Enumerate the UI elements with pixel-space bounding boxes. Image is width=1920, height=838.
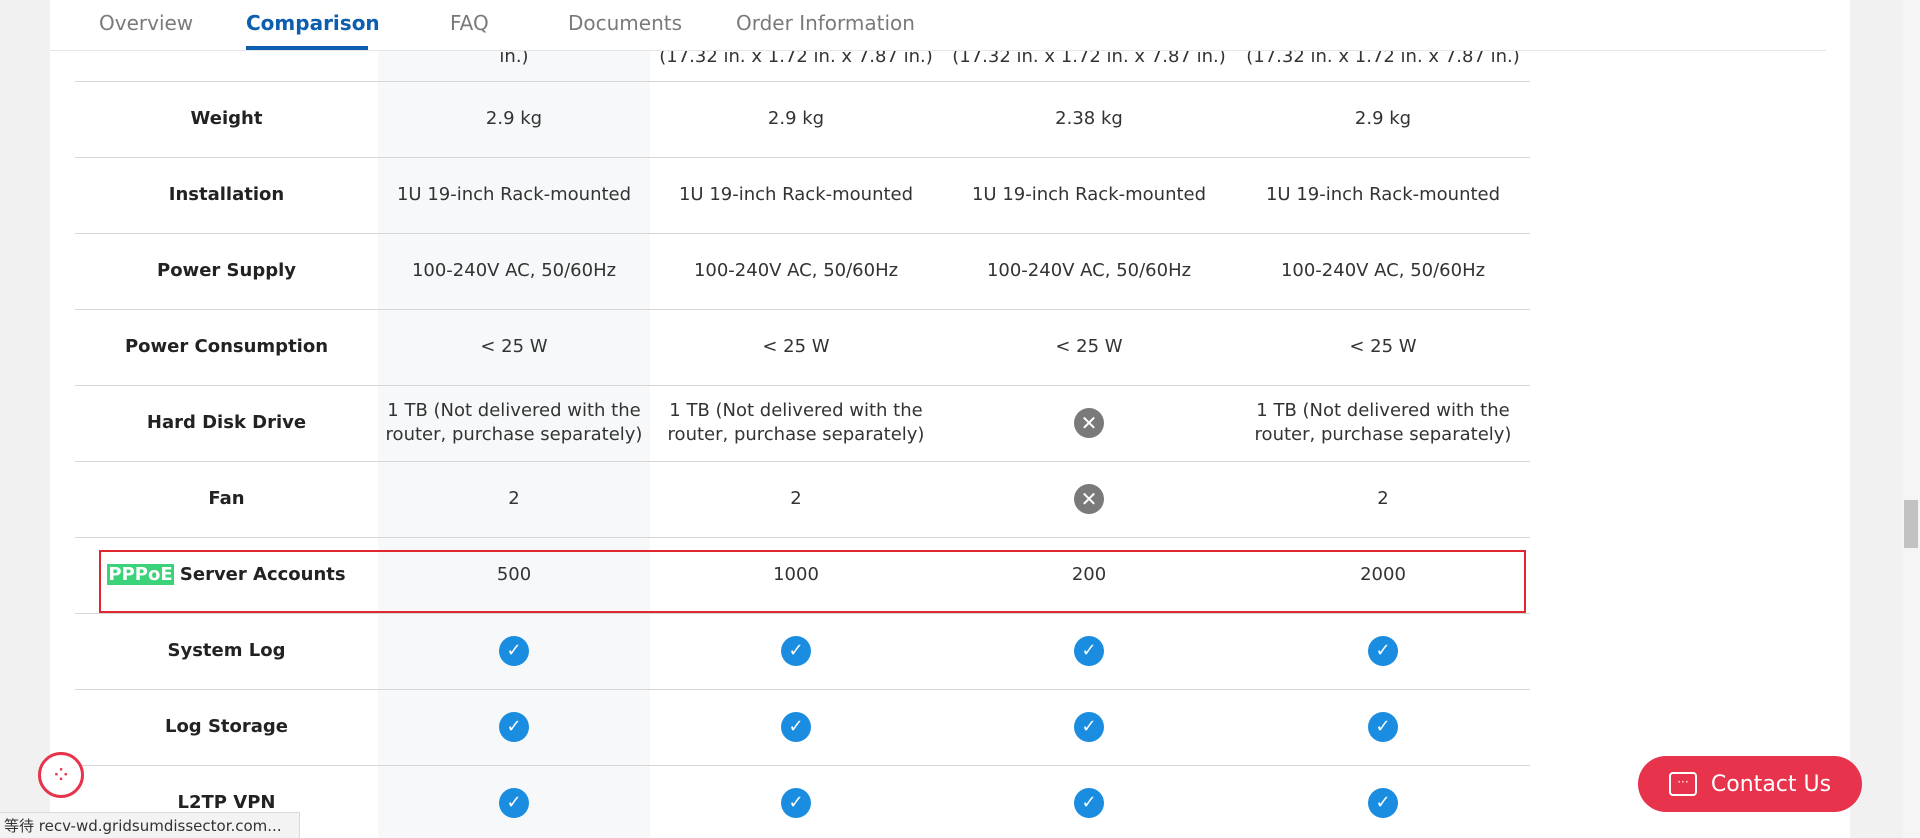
- table-cell: ✓: [1236, 689, 1530, 766]
- table-row-power-supply: Power Supply 100-240V AC, 50/60Hz 100-24…: [75, 233, 1530, 310]
- table-cell: ✓: [378, 689, 650, 766]
- check-circle-icon: ✓: [1074, 636, 1104, 666]
- row-label: Hard Disk Drive: [75, 385, 378, 462]
- table-cell: 100-240V AC, 50/60Hz: [650, 233, 942, 310]
- table-cell: < 25 W: [650, 309, 942, 386]
- table-cell: 1U 19-inch Rack-mounted: [378, 157, 650, 234]
- row-label: Power Consumption: [75, 309, 378, 386]
- table-cell: ✕: [942, 461, 1236, 538]
- page-content: Overview Comparison FAQ Documents Order …: [50, 0, 1850, 838]
- table-cell: 1U 19-inch Rack-mounted: [1236, 157, 1530, 234]
- check-circle-icon: ✓: [1074, 788, 1104, 818]
- tab-bar: Overview Comparison FAQ Documents Order …: [50, 0, 1826, 51]
- table-cell: ✓: [942, 613, 1236, 690]
- contact-us-button[interactable]: ··· Contact Us: [1638, 756, 1862, 812]
- active-tab-indicator: [246, 46, 368, 50]
- table-cell: 100-240V AC, 50/60Hz: [1236, 233, 1530, 310]
- row-label: Weight: [75, 81, 378, 158]
- row-label: Power Supply: [75, 233, 378, 310]
- x-circle-icon: ✕: [1074, 484, 1104, 514]
- table-cell: 2.38 kg: [942, 81, 1236, 158]
- tab-documents[interactable]: Documents: [568, 11, 682, 35]
- table-row-fan: Fan 2 2 ✕ 2: [75, 461, 1530, 538]
- table-cell: ✓: [378, 613, 650, 690]
- table-cell: 1 TB (Not delivered with the router, pur…: [378, 385, 650, 462]
- table-cell: < 25 W: [378, 309, 650, 386]
- table-cell: 100-240V AC, 50/60Hz: [378, 233, 650, 310]
- row-highlight-box: [99, 550, 1526, 613]
- tab-comparison[interactable]: Comparison: [246, 11, 380, 35]
- row-label: Log Storage: [75, 689, 378, 766]
- check-circle-icon: ✓: [499, 788, 529, 818]
- check-circle-icon: ✓: [1074, 712, 1104, 742]
- check-circle-icon: ✓: [1368, 712, 1398, 742]
- table-cell: ✓: [1236, 765, 1530, 838]
- table-cell: < 25 W: [942, 309, 1236, 386]
- table-cell: 1 TB (Not delivered with the router, pur…: [1236, 385, 1530, 462]
- table-row-log-storage: Log Storage ✓ ✓ ✓ ✓: [75, 689, 1530, 766]
- table-cell: ✓: [942, 765, 1236, 838]
- table-row-weight: Weight 2.9 kg 2.9 kg 2.38 kg 2.9 kg: [75, 81, 1530, 158]
- table-cell: 2: [1236, 461, 1530, 538]
- tab-faq[interactable]: FAQ: [450, 11, 489, 35]
- check-circle-icon: ✓: [1368, 788, 1398, 818]
- table-cell: 100-240V AC, 50/60Hz: [942, 233, 1236, 310]
- table-row-hard-disk-drive: Hard Disk Drive 1 TB (Not delivered with…: [75, 385, 1530, 462]
- table-cell: ✓: [1236, 613, 1530, 690]
- table-cell: ✕: [942, 385, 1236, 462]
- table-cell: ✓: [650, 689, 942, 766]
- table-cell: < 25 W: [1236, 309, 1530, 386]
- table-cell: 2.9 kg: [378, 81, 650, 158]
- table-row-installation: Installation 1U 19-inch Rack-mounted 1U …: [75, 157, 1530, 234]
- table-cell: 1U 19-inch Rack-mounted: [942, 157, 1236, 234]
- row-label: Fan: [75, 461, 378, 538]
- check-circle-icon: ✓: [781, 636, 811, 666]
- table-cell: ✓: [942, 689, 1236, 766]
- tab-overview[interactable]: Overview: [99, 11, 193, 35]
- table-cell: 2: [650, 461, 942, 538]
- check-circle-icon: ✓: [499, 636, 529, 666]
- contact-us-label: Contact Us: [1710, 771, 1832, 797]
- table-cell: 2.9 kg: [1236, 81, 1530, 158]
- table-cell: 2: [378, 461, 650, 538]
- check-circle-icon: ✓: [781, 788, 811, 818]
- check-circle-icon: ✓: [781, 712, 811, 742]
- table-cell: 1 TB (Not delivered with the router, pur…: [650, 385, 942, 462]
- check-circle-icon: ✓: [1368, 636, 1398, 666]
- check-circle-icon: ✓: [499, 712, 529, 742]
- row-label: System Log: [75, 613, 378, 690]
- tab-order-information[interactable]: Order Information: [736, 11, 915, 35]
- table-cell: ✓: [378, 765, 650, 838]
- browser-status-bar: 等待 recv-wd.gridsumdissector.com...: [0, 812, 300, 838]
- scrollbar-thumb[interactable]: [1904, 500, 1918, 548]
- x-circle-icon: ✕: [1074, 408, 1104, 438]
- comparison-table: (17.32 in. x 1.72 in. x 7.87 in.) (17.32…: [75, 4, 1530, 838]
- row-label: Installation: [75, 157, 378, 234]
- scrollbar[interactable]: [1902, 0, 1920, 838]
- table-cell: ✓: [650, 613, 942, 690]
- chat-icon: ···: [1668, 772, 1697, 796]
- cookie-icon[interactable]: ⁘: [38, 752, 84, 798]
- table-cell: 2.9 kg: [650, 81, 942, 158]
- table-row-power-consumption: Power Consumption < 25 W < 25 W < 25 W <…: [75, 309, 1530, 386]
- table-cell: 1U 19-inch Rack-mounted: [650, 157, 942, 234]
- table-row-system-log: System Log ✓ ✓ ✓ ✓: [75, 613, 1530, 690]
- table-cell: ✓: [650, 765, 942, 838]
